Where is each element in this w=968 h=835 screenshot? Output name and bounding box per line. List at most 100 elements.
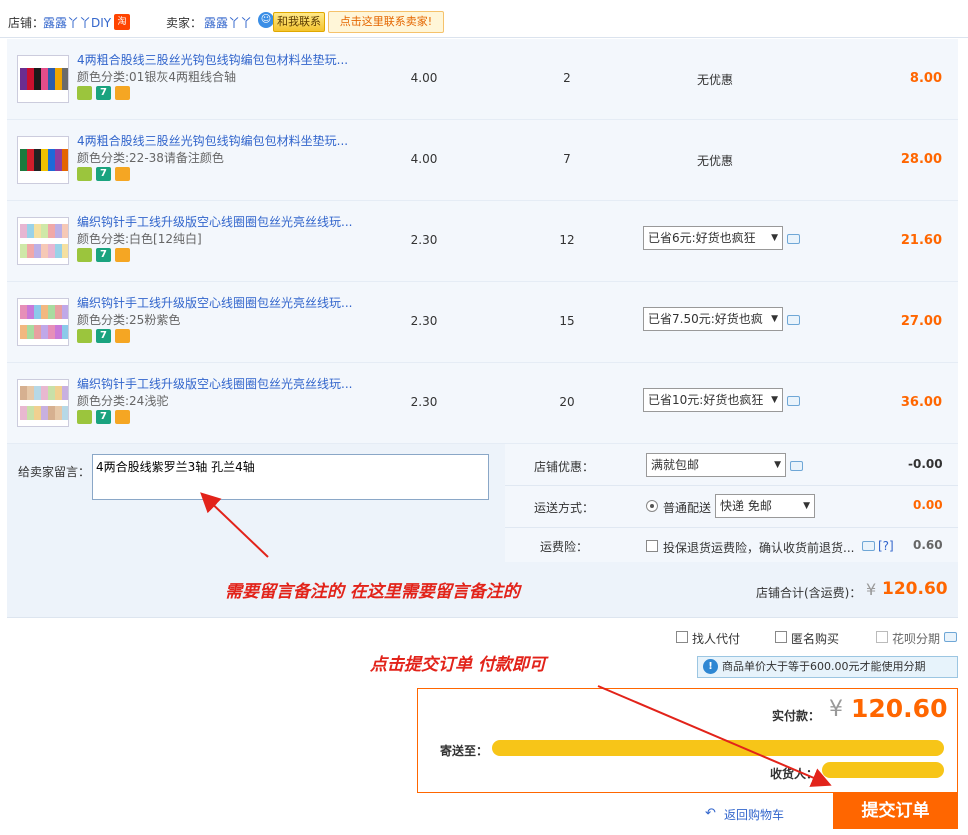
submit-order-button[interactable]: 提交订单 — [833, 793, 958, 829]
back-arrow-icon[interactable]: ↶ — [705, 806, 716, 821]
shop-name-link[interactable]: 露露丫丫DIY — [43, 14, 111, 31]
item-service-badges: 7 — [77, 410, 134, 424]
credit-card-icon[interactable] — [115, 329, 130, 343]
insurance-label: 运费险： — [540, 540, 589, 554]
item-subtotal: 27.00 — [900, 314, 942, 329]
item-sku: 颜色分类:白色[12纯白] — [77, 232, 202, 246]
item-quantity: 2 — [563, 71, 571, 85]
item-title-link[interactable]: 编织钩针手工线升级版空心线圈圈包丝光亮丝线玩... — [77, 375, 352, 392]
shop-discount-label: 店铺优惠： — [534, 460, 595, 474]
shop-total-currency: ¥ — [866, 580, 877, 599]
product-thumbnail[interactable] — [17, 379, 69, 427]
guarantee-icon[interactable] — [77, 410, 92, 424]
item-service-badges: 7 — [77, 167, 134, 181]
shop-total-amount: 120.60 — [882, 579, 948, 599]
item-quantity: 7 — [563, 152, 571, 166]
item-title-link[interactable]: 编织钩针手工线升级版空心线圈圈包丝光亮丝线玩... — [77, 213, 352, 230]
shop-total-label: 店铺合计(含运费)： — [756, 586, 862, 600]
chat-icon[interactable] — [787, 315, 800, 325]
credit-card-icon[interactable] — [115, 248, 130, 262]
credit-card-icon[interactable] — [115, 167, 130, 181]
chat-icon[interactable] — [944, 632, 957, 642]
back-to-cart-link[interactable]: 返回购物车 — [724, 806, 784, 823]
item-service-badges: 7 — [77, 248, 134, 262]
shipping-amount: 0.00 — [913, 498, 943, 512]
address-redacted — [492, 740, 944, 756]
contact-seller-button[interactable]: 和我联系 — [273, 12, 325, 32]
product-thumbnail[interactable] — [17, 136, 69, 184]
seven-day-return-icon[interactable]: 7 — [96, 167, 111, 181]
shop-label: 店铺： — [8, 16, 45, 30]
item-quantity: 12 — [559, 233, 575, 247]
seller-label: 卖家： — [166, 16, 203, 30]
chat-icon[interactable] — [787, 234, 800, 244]
item-title-link[interactable]: 4两粗合股线三股丝光钩包线钩编包包材料坐垫玩... — [77, 51, 348, 68]
seven-day-return-icon[interactable]: 7 — [96, 86, 111, 100]
item-row: 4两粗合股线三股丝光钩包线钩编包包材料坐垫玩... 颜色分类:01银灰4两粗线合轴… — [7, 39, 958, 120]
guarantee-icon[interactable] — [77, 248, 92, 262]
item-price: 2.30 — [410, 395, 438, 409]
huabei-checkbox[interactable] — [876, 631, 888, 643]
guarantee-icon[interactable] — [77, 167, 92, 181]
shipping-method-select[interactable]: 快递 免邮 ▼ — [715, 494, 815, 518]
item-promo-select[interactable]: 已省7.50元:好货也疯 ▼ — [643, 307, 783, 331]
seven-day-return-icon[interactable]: 7 — [96, 248, 111, 262]
item-price: 4.00 — [410, 71, 438, 85]
pay-for-me-checkbox[interactable] — [676, 631, 688, 643]
credit-card-icon[interactable] — [115, 86, 130, 100]
shop-header — [0, 0, 968, 38]
item-subtotal: 21.60 — [900, 233, 942, 248]
item-promo-select[interactable]: 已省6元:好货也疯狂 ▼ — [643, 226, 783, 250]
seller-name-link[interactable]: 露露丫丫 — [204, 14, 252, 31]
chat-icon[interactable] — [790, 461, 803, 471]
product-thumbnail[interactable] — [17, 55, 69, 103]
item-promo-text: 无优惠 — [697, 154, 734, 168]
item-quantity: 20 — [559, 395, 575, 409]
guarantee-icon[interactable] — [77, 329, 92, 343]
item-service-badges: 7 — [77, 86, 134, 100]
insurance-checkbox[interactable] — [646, 540, 658, 552]
seven-day-return-icon[interactable]: 7 — [96, 410, 111, 424]
payment-currency: ¥ — [829, 697, 843, 722]
memo-textarea[interactable]: 4两合股线紫罗兰3轴 孔兰4轴 — [92, 454, 489, 500]
item-subtotal: 28.00 — [900, 152, 942, 167]
item-price: 4.00 — [410, 152, 438, 166]
shipping-radio-label: 普通配送 — [663, 501, 712, 515]
item-promo-select[interactable]: 已省10元:好货也疯狂 ▼ — [643, 388, 783, 412]
shop-discount-select[interactable]: 满就包邮 ▼ — [646, 453, 786, 477]
item-promo-text: 无优惠 — [697, 73, 734, 87]
item-price: 2.30 — [410, 233, 438, 247]
product-thumbnail[interactable] — [17, 217, 69, 265]
memo-label: 给卖家留言： — [18, 465, 91, 479]
chat-icon[interactable] — [787, 396, 800, 406]
item-title-link[interactable]: 4两粗合股线三股丝光钩包线钩编包包材料坐垫玩... — [77, 132, 348, 149]
memo-annotation: 需要留言备注的 在这里需要留言备注的 — [225, 582, 520, 602]
item-sku: 颜色分类:01银灰4两粗线合轴 — [77, 70, 236, 84]
receiver-redacted — [822, 762, 944, 778]
item-row: 编织钩针手工线升级版空心线圈圈包丝光亮丝线玩... 颜色分类:白色[12纯白] 7 2… — [7, 201, 958, 282]
payment-amount: 120.60 — [851, 694, 948, 723]
item-promo-value: 已省10元:好货也疯狂 — [648, 393, 764, 407]
guarantee-icon[interactable] — [77, 86, 92, 100]
item-title-link[interactable]: 编织钩针手工线升级版空心线圈圈包丝光亮丝线玩... — [77, 294, 352, 311]
taobao-icon: 淘 — [114, 14, 130, 30]
ship-to-label: 寄送至： — [440, 744, 489, 758]
info-icon: ! — [703, 659, 718, 674]
item-sku: 颜色分类:25粉紫色 — [77, 313, 181, 327]
item-promo-value: 已省7.50元:好货也疯 — [648, 312, 763, 326]
item-subtotal: 36.00 — [900, 395, 942, 410]
item-service-badges: 7 — [77, 329, 134, 343]
seven-day-return-icon[interactable]: 7 — [96, 329, 111, 343]
product-thumbnail[interactable] — [17, 298, 69, 346]
item-row: 编织钩针手工线升级版空心线圈圈包丝光亮丝线玩... 颜色分类:24浅驼 7 2.30 2… — [7, 363, 958, 444]
contact-seller-tip[interactable]: 点击这里联系卖家! — [328, 11, 444, 33]
payment-label: 实付款： — [772, 709, 821, 723]
anonymous-checkbox[interactable] — [775, 631, 787, 643]
huabei-label: 花呗分期 — [892, 632, 941, 646]
shipping-radio[interactable] — [646, 500, 658, 512]
wangwang-icon[interactable]: ☺ — [258, 12, 274, 28]
credit-card-icon[interactable] — [115, 410, 130, 424]
chat-icon[interactable] — [862, 541, 875, 551]
insurance-help-link[interactable]: [?] — [878, 539, 894, 553]
item-sku: 颜色分类:22-38请备注颜色 — [77, 151, 224, 165]
